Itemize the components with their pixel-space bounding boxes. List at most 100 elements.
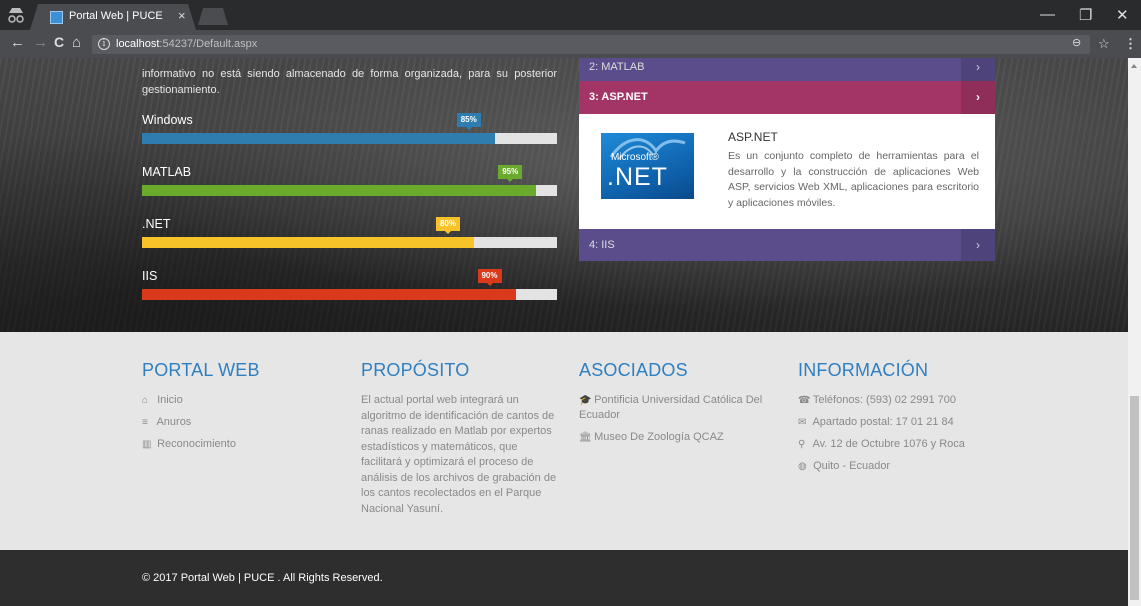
- zoom-icon[interactable]: ⊖: [1072, 36, 1081, 49]
- skill-progress-track: [142, 185, 557, 196]
- skill-label: Windows: [142, 113, 193, 127]
- restore-icon[interactable]: ❐: [1079, 6, 1092, 24]
- accordion-panel-aspnet: Microsoft® .NET ASP.NET Es un conjunto c…: [579, 114, 995, 229]
- accordion-item-label: 2: MATLAB: [589, 61, 645, 73]
- chevron-right-icon: ›: [961, 81, 995, 114]
- footer-title: PORTAL WEB: [142, 360, 260, 380]
- footer-title: ASOCIADOS: [579, 360, 688, 380]
- tab-close-icon[interactable]: ×: [178, 8, 186, 23]
- dotnet-logo: Microsoft® .NET: [601, 133, 694, 199]
- partner-item: 🏛 Museo De Zoología QCAZ: [579, 430, 779, 445]
- contact-item: ◍ Quito - Ecuador: [798, 459, 998, 474]
- skill-bar-2: .NET 80%: [142, 217, 557, 257]
- chevron-right-icon: ›: [961, 58, 995, 81]
- browser-tabstrip: Portal Web | PUCE × — ❐ ✕: [0, 0, 1141, 30]
- skill-bar-3: IIS 90%: [142, 269, 557, 309]
- map-marker-icon: ⚲: [798, 439, 806, 450]
- partner-item: 🎓 Pontificia Universidad Católica Del Ec…: [579, 393, 779, 423]
- contact-item-label: Teléfonos: (593) 02 2991 700: [812, 394, 956, 406]
- home-icon[interactable]: ⌂: [72, 34, 81, 51]
- address-url: localhost:54237/Default.aspx: [116, 38, 258, 50]
- logo-brand: Microsoft®: [611, 152, 659, 163]
- minimize-icon[interactable]: —: [1040, 6, 1055, 23]
- footer-nav-link[interactable]: ⌂ Inicio: [142, 393, 342, 408]
- skill-percent-badge: 80%: [435, 217, 460, 234]
- info-icon[interactable]: i: [98, 38, 110, 50]
- scrollbar-thumb[interactable]: [1130, 396, 1139, 600]
- address-bar[interactable]: i localhost:54237/Default.aspx: [92, 35, 1090, 54]
- globe-icon: ◍: [798, 461, 807, 472]
- new-tab-button[interactable]: [198, 8, 228, 25]
- partner-item-label: Museo De Zoología QCAZ: [594, 431, 724, 443]
- favicon-icon: [50, 11, 63, 24]
- skill-label: IIS: [142, 269, 158, 283]
- browser-tab[interactable]: Portal Web | PUCE ×: [30, 4, 196, 30]
- proposito-text: El actual portal web integrará un algori…: [361, 394, 557, 515]
- footer-informacion: INFORMACIÓN ☎ Teléfonos: (593) 02 2991 7…: [798, 360, 998, 481]
- database-icon: ≡: [142, 417, 148, 428]
- envelope-icon: ✉: [798, 417, 807, 428]
- bar-chart-icon: ▥: [142, 439, 152, 450]
- footer-nav-link-label: Inicio: [157, 394, 183, 406]
- accordion-item-label: 4: IIS: [589, 239, 615, 251]
- skills-section: informativo no está siendo almacenado de…: [0, 58, 1128, 332]
- skill-percent-badge: 90%: [477, 269, 502, 286]
- skill-progress-track: [142, 133, 557, 144]
- skill-progress-fill: [142, 237, 474, 248]
- intro-text: informativo no está siendo almacenado de…: [142, 68, 557, 96]
- accordion-item-matlab[interactable]: 2: MATLAB ›: [579, 58, 995, 81]
- skill-progress-fill: [142, 185, 537, 196]
- contact-item-label: Quito - Ecuador: [813, 460, 891, 472]
- page-viewport: informativo no está siendo almacenado de…: [0, 58, 1128, 606]
- contact-item: ⚲ Av. 12 de Octubre 1076 y Roca: [798, 437, 998, 452]
- partner-item-label: Pontificia Universidad Católica Del Ecua…: [579, 394, 763, 421]
- footer-nav-link-label: Reconocimiento: [157, 438, 236, 450]
- footer-title: PROPÓSITO: [361, 360, 470, 380]
- browser-menu-icon[interactable]: ⋮: [1124, 36, 1137, 52]
- tab-title: Portal Web | PUCE: [69, 10, 163, 22]
- graduation-cap-icon: 🎓: [579, 395, 592, 406]
- technology-accordion: 2: MATLAB › 3: ASP.NET › Microsoft® .NET…: [579, 58, 995, 261]
- footer-proposito: PROPÓSITO El actual portal web integrará…: [361, 360, 557, 517]
- skill-label: .NET: [142, 217, 171, 231]
- bookmark-star-icon[interactable]: ☆: [1098, 36, 1110, 52]
- skill-progress-track: [142, 289, 557, 300]
- logo-text: .NET: [607, 163, 668, 191]
- institution-icon: 🏛: [579, 432, 592, 443]
- forward-icon[interactable]: →: [33, 34, 48, 51]
- panel-text: Es un conjunto completo de herramientas …: [728, 150, 979, 209]
- close-window-icon[interactable]: ✕: [1116, 6, 1129, 24]
- contact-item-label: Apartado postal: 17 01 21 84: [812, 416, 954, 428]
- skill-percent-badge: 95%: [498, 165, 523, 182]
- browser-toolbar: ← → C ⌂ i localhost:54237/Default.aspx ⊖…: [0, 30, 1141, 58]
- footer-portal: PORTAL WEB ⌂ Inicio ≡ Anuros ▥ Reconocimie…: [142, 360, 342, 459]
- contact-item: ✉ Apartado postal: 17 01 21 84: [798, 415, 998, 430]
- footer-nav-link[interactable]: ▥ Reconocimiento: [142, 437, 342, 452]
- accordion-item-aspnet[interactable]: 3: ASP.NET ›: [579, 81, 995, 114]
- skill-bar-1: MATLAB 95%: [142, 165, 557, 205]
- skill-label: MATLAB: [142, 165, 192, 179]
- skill-progress-fill: [142, 289, 516, 300]
- incognito-icon: [8, 8, 24, 23]
- skill-percent-badge: 85%: [456, 113, 481, 130]
- footer-title: INFORMACIÓN: [798, 360, 929, 380]
- skill-progress-fill: [142, 133, 495, 144]
- footer-asociados: ASOCIADOS 🎓 Pontificia Universidad Catól…: [579, 360, 779, 452]
- copyright-bar: © 2017 Portal Web | PUCE . All Rights Re…: [0, 550, 1128, 606]
- phone-icon: ☎: [798, 395, 811, 406]
- back-icon[interactable]: ←: [10, 34, 25, 51]
- skill-bar-0: Windows 85%: [142, 113, 557, 153]
- chevron-right-icon: ›: [961, 229, 995, 261]
- footer: PORTAL WEB ⌂ Inicio ≡ Anuros ▥ Reconocimie…: [0, 332, 1128, 550]
- scroll-up-icon[interactable]: [1131, 64, 1137, 68]
- reload-icon[interactable]: C: [54, 34, 64, 50]
- accordion-item-label: 3: ASP.NET: [589, 91, 648, 103]
- copyright-text: © 2017 Portal Web | PUCE . All Rights Re…: [142, 572, 383, 584]
- accordion-item-iis[interactable]: 4: IIS ›: [579, 229, 995, 261]
- panel-title: ASP.NET: [728, 130, 778, 144]
- contact-item-label: Av. 12 de Octubre 1076 y Roca: [812, 438, 965, 450]
- footer-nav-link-label: Anuros: [156, 416, 192, 428]
- footer-nav-link[interactable]: ≡ Anuros: [142, 415, 342, 430]
- page-scrollbar[interactable]: [1128, 58, 1141, 606]
- home-icon: ⌂: [142, 395, 149, 406]
